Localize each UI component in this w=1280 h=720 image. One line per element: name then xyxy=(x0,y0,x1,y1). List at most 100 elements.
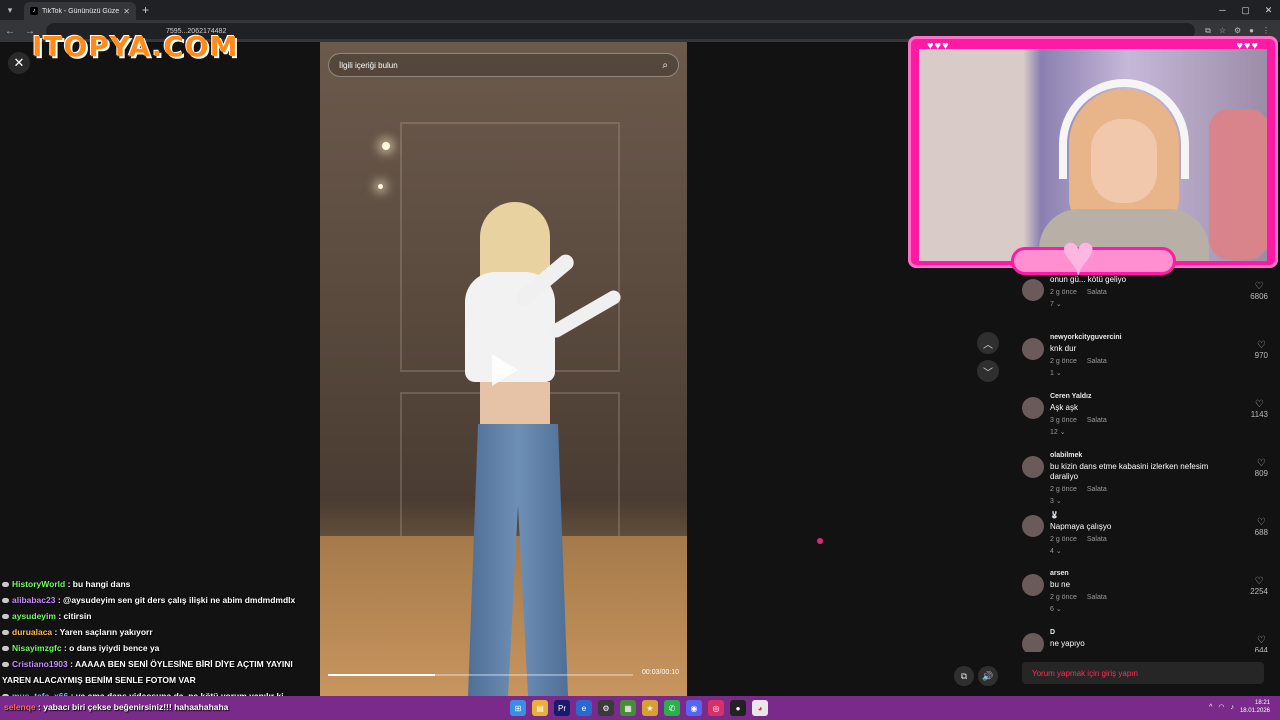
whatsapp-icon[interactable]: ✆ xyxy=(664,700,680,716)
tab-close-icon[interactable]: ✕ xyxy=(123,7,130,16)
avatar[interactable] xyxy=(1022,574,1044,596)
chat-line: alibabac23 : @aysudeyim sen git ders çal… xyxy=(2,592,322,608)
reply-button[interactable]: Salata xyxy=(1087,289,1107,296)
new-tab-icon[interactable]: + xyxy=(142,3,149,17)
view-replies-button[interactable]: 7 ⌄ xyxy=(1050,300,1280,308)
reply-count: 3 xyxy=(1050,498,1054,505)
comment-age: 2 g önce xyxy=(1050,486,1077,493)
profile-icon[interactable]: ● xyxy=(1249,26,1254,36)
chat-user[interactable]: alibabac23 xyxy=(12,595,55,605)
tab-search-icon[interactable]: ▾ xyxy=(0,0,20,20)
chat-user[interactable]: durualaca xyxy=(12,627,52,637)
comment-item[interactable]: olabilmek bu kizin dans etme kabasini izl… xyxy=(1010,452,1280,509)
chat-user[interactable]: Nisayimzgfc xyxy=(12,643,62,653)
settings-icon[interactable]: ⚙ xyxy=(598,700,614,716)
video-progress-bar[interactable] xyxy=(328,674,633,676)
comment-item[interactable]: Dne yapıyo2 g önce♡644 xyxy=(1010,629,1280,652)
cast-icon[interactable]: ⧉ xyxy=(1205,26,1211,36)
pip-button[interactable]: ⧉ xyxy=(954,666,974,686)
view-replies-button[interactable]: 4 ⌄ xyxy=(1050,547,1280,555)
comment-user[interactable]: 🐰 xyxy=(1050,511,1280,519)
window-close-icon[interactable]: ✕ xyxy=(1257,0,1280,20)
premiere-icon[interactable]: Pr xyxy=(554,700,570,716)
video-player[interactable]: İlgili içeriği bulun ⌕ 00:03/00:10 xyxy=(320,42,687,696)
avatar[interactable] xyxy=(1022,515,1044,537)
comment-item[interactable]: newyorkcityguvercini knk dur 2 g önce Salat… xyxy=(1010,334,1280,391)
taskbar: selenqe : yabacı biri çekse beğenirsiniz… xyxy=(0,696,1280,720)
comment-meta: 2 g önce Salata xyxy=(1050,536,1280,543)
like-button[interactable]: ♡ 809 xyxy=(1255,458,1268,478)
like-button[interactable]: ♡ 1143 xyxy=(1251,399,1268,419)
comment-user[interactable]: arsen xyxy=(1050,570,1280,577)
like-count: 1143 xyxy=(1250,410,1268,419)
comment-user[interactable]: D xyxy=(1050,629,1280,636)
instagram-icon[interactable]: ◎ xyxy=(708,700,724,716)
comment-user[interactable]: Ceren Yaldız xyxy=(1050,393,1280,400)
volume-icon[interactable]: 🔊 xyxy=(978,666,998,686)
chat-user[interactable]: aysudeyim xyxy=(12,611,56,621)
like-button[interactable]: ♡ 2254 xyxy=(1250,576,1268,596)
tray-arrow-icon[interactable]: ^ xyxy=(1209,704,1212,711)
avatar[interactable] xyxy=(1022,397,1044,419)
view-replies-button[interactable]: 12 ⌄ xyxy=(1050,428,1280,436)
edge-icon[interactable]: e xyxy=(576,700,592,716)
avatar[interactable] xyxy=(1022,633,1044,652)
badge-icon xyxy=(2,582,9,588)
chat-user[interactable]: HistoryWorld xyxy=(12,579,65,589)
start-icon[interactable]: ⊞ xyxy=(510,700,526,716)
volume-tray-icon[interactable]: ♪ xyxy=(1230,704,1234,711)
view-replies-button[interactable]: 3 ⌄ xyxy=(1050,497,1280,505)
obs-icon[interactable]: ● xyxy=(730,700,746,716)
view-replies-button[interactable]: 6 ⌄ xyxy=(1050,605,1280,613)
comment-item[interactable]: onun gü... kötü geliyo 2 g önce Salata 7 ⌄ ♡… xyxy=(1010,275,1280,332)
minecraft-icon[interactable]: ▦ xyxy=(620,700,636,716)
video-search-input[interactable]: İlgili içeriği bulun ⌕ xyxy=(328,53,679,77)
avatar[interactable] xyxy=(1022,456,1044,478)
heart-outline-icon: ♡ xyxy=(1254,399,1264,410)
reply-button[interactable]: Salata xyxy=(1087,358,1107,365)
reply-button[interactable]: Salata xyxy=(1087,486,1107,493)
star-app-icon[interactable]: ★ xyxy=(642,700,658,716)
reply-button[interactable]: Salata xyxy=(1087,536,1107,543)
star-icon[interactable]: ☆ xyxy=(1219,26,1226,36)
comment-item[interactable]: 🐰 Napmaya çalışyo 2 g önce Salata 4 ⌄ ♡ 688 xyxy=(1010,511,1280,568)
comments-list: onun gü... kötü geliyo 2 g önce Salata 7 ⌄ ♡… xyxy=(1010,272,1280,652)
comment-login-prompt[interactable]: Yorum yapmak için giriş yapın xyxy=(1022,662,1264,684)
comment-text: bu ne xyxy=(1050,580,1071,589)
webcam-overlay: ♥♥♥ ♥♥♥ ♥ xyxy=(908,36,1278,285)
network-icon[interactable]: ◠ xyxy=(1218,703,1224,711)
tab-title: TikTok - Gününüzü Güzelleştirin xyxy=(42,7,120,15)
like-button[interactable]: ♡ 6806 xyxy=(1250,281,1268,301)
chat-message: : @aysudeyim sen git ders çalış ilişki n… xyxy=(57,595,296,605)
comment-user[interactable]: olabilmek xyxy=(1050,452,1280,459)
close-video-button[interactable]: ✕ xyxy=(8,52,30,74)
play-icon[interactable] xyxy=(492,354,518,386)
chat-user[interactable]: Cristiano1903 xyxy=(12,659,68,669)
avatar[interactable] xyxy=(1022,279,1044,301)
discord-icon[interactable]: ◉ xyxy=(686,700,702,716)
avatar[interactable] xyxy=(1022,338,1044,360)
browser-tab[interactable]: ♪ TikTok - Gününüzü Güzelleştirin ✕ xyxy=(24,2,136,20)
maximize-icon[interactable]: ▢ xyxy=(1234,0,1257,20)
back-icon[interactable]: ← xyxy=(0,26,20,37)
minimize-icon[interactable]: ─ xyxy=(1211,0,1234,20)
comment-item[interactable]: arsen bu ne 2 g önce Salata 6 ⌄ ♡ 2254 xyxy=(1010,570,1280,627)
view-replies-button[interactable]: 1 ⌄ xyxy=(1050,369,1280,377)
previous-video-button[interactable]: ︿ xyxy=(977,332,999,354)
reply-button[interactable]: Salata xyxy=(1087,594,1107,601)
explorer-icon[interactable]: ▤ xyxy=(532,700,548,716)
reply-button[interactable]: Salata xyxy=(1087,417,1107,424)
clock[interactable]: 18:21 18.01.2026 xyxy=(1240,699,1270,715)
like-button[interactable]: ♡ 688 xyxy=(1255,517,1268,537)
like-button[interactable]: ♡ 644 xyxy=(1255,635,1268,652)
like-button[interactable]: ♡ 970 xyxy=(1255,340,1268,360)
next-video-button[interactable]: ﹀ xyxy=(977,360,999,382)
comment-age: 2 g önce xyxy=(1050,289,1077,296)
chrome-icon[interactable]: ◕ xyxy=(752,700,768,716)
menu-icon[interactable]: ⋮ xyxy=(1262,26,1270,36)
comment-user[interactable]: newyorkcityguvercini xyxy=(1050,334,1280,341)
extensions-icon[interactable]: ⚙ xyxy=(1234,26,1241,36)
search-icon[interactable]: ⌕ xyxy=(662,60,668,71)
comment-text: knk dur xyxy=(1050,344,1077,353)
comment-item[interactable]: Ceren Yaldız Aşk aşk 3 g önce Salata 12 ⌄ ♡ 11… xyxy=(1010,393,1280,450)
